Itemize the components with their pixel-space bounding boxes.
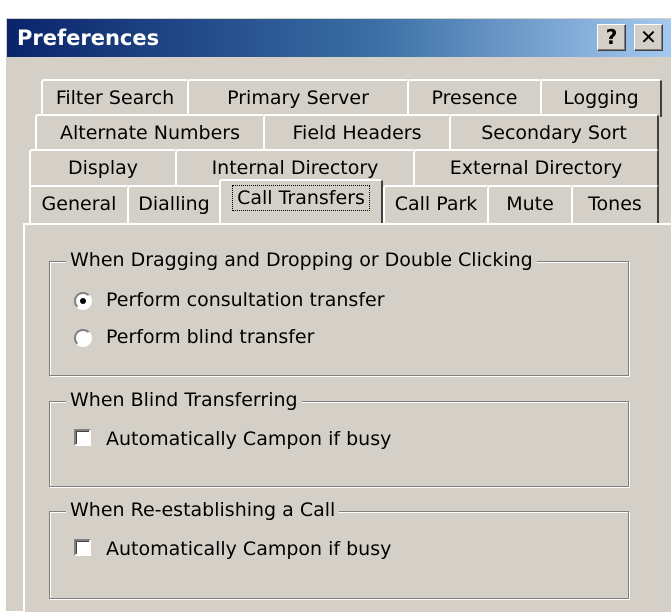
tab-dialling[interactable]: Dialling xyxy=(127,185,221,223)
tab-secondary-sort[interactable]: Secondary Sort xyxy=(449,114,659,152)
blind-transfer-group-legend: When Blind Transferring xyxy=(66,387,302,413)
tab-logging[interactable]: Logging xyxy=(540,79,662,117)
tab-filter-search[interactable]: Filter Search xyxy=(41,79,189,117)
tab-call-park[interactable]: Call Park xyxy=(383,185,489,223)
tab-external-directory[interactable]: External Directory xyxy=(413,149,659,187)
dialog-title: Preferences xyxy=(17,26,160,50)
tab-call-transfers-label: Call Transfers xyxy=(232,185,370,211)
checkbox[interactable] xyxy=(74,429,91,446)
drag-drop-group-legend: When Dragging and Dropping or Double Cli… xyxy=(66,247,537,273)
tab-primary-server[interactable]: Primary Server xyxy=(187,79,409,117)
radio-label: Perform consultation transfer xyxy=(106,289,385,311)
tab-display[interactable]: Display xyxy=(29,149,177,187)
tab-general[interactable]: General xyxy=(29,185,129,223)
tab-panel-call-transfers: When Dragging and Dropping or Double Cli… xyxy=(23,223,671,612)
preferences-dialog: Preferences ? ✕ Filter Search Primary Se… xyxy=(6,18,671,612)
radio-label: Perform blind transfer xyxy=(106,326,315,348)
reestablish-call-group: When Re-establishing a Call Automaticall… xyxy=(49,497,629,599)
tab-mute[interactable]: Mute xyxy=(487,185,573,223)
tab-tones[interactable]: Tones xyxy=(571,185,659,223)
radio-button[interactable] xyxy=(74,329,92,347)
checkbox-label: Automatically Campon if busy xyxy=(106,538,392,560)
checkbox-label: Automatically Campon if busy xyxy=(106,428,392,450)
tab-alternate-numbers[interactable]: Alternate Numbers xyxy=(35,114,265,152)
tab-presence[interactable]: Presence xyxy=(407,79,542,117)
blind-transfer-group: When Blind Transferring Automatically Ca… xyxy=(49,387,629,487)
drag-drop-group: When Dragging and Dropping or Double Cli… xyxy=(49,247,629,376)
checkbox[interactable] xyxy=(74,539,91,556)
close-button[interactable]: ✕ xyxy=(634,24,663,51)
tab-field-headers[interactable]: Field Headers xyxy=(263,114,451,152)
tab-call-transfers[interactable]: Call Transfers xyxy=(219,179,383,223)
radio-button-selected[interactable] xyxy=(74,292,92,310)
title-bar[interactable]: Preferences ? ✕ xyxy=(7,19,671,57)
reestablish-call-group-legend: When Re-establishing a Call xyxy=(66,497,340,523)
help-button[interactable]: ? xyxy=(597,24,626,51)
